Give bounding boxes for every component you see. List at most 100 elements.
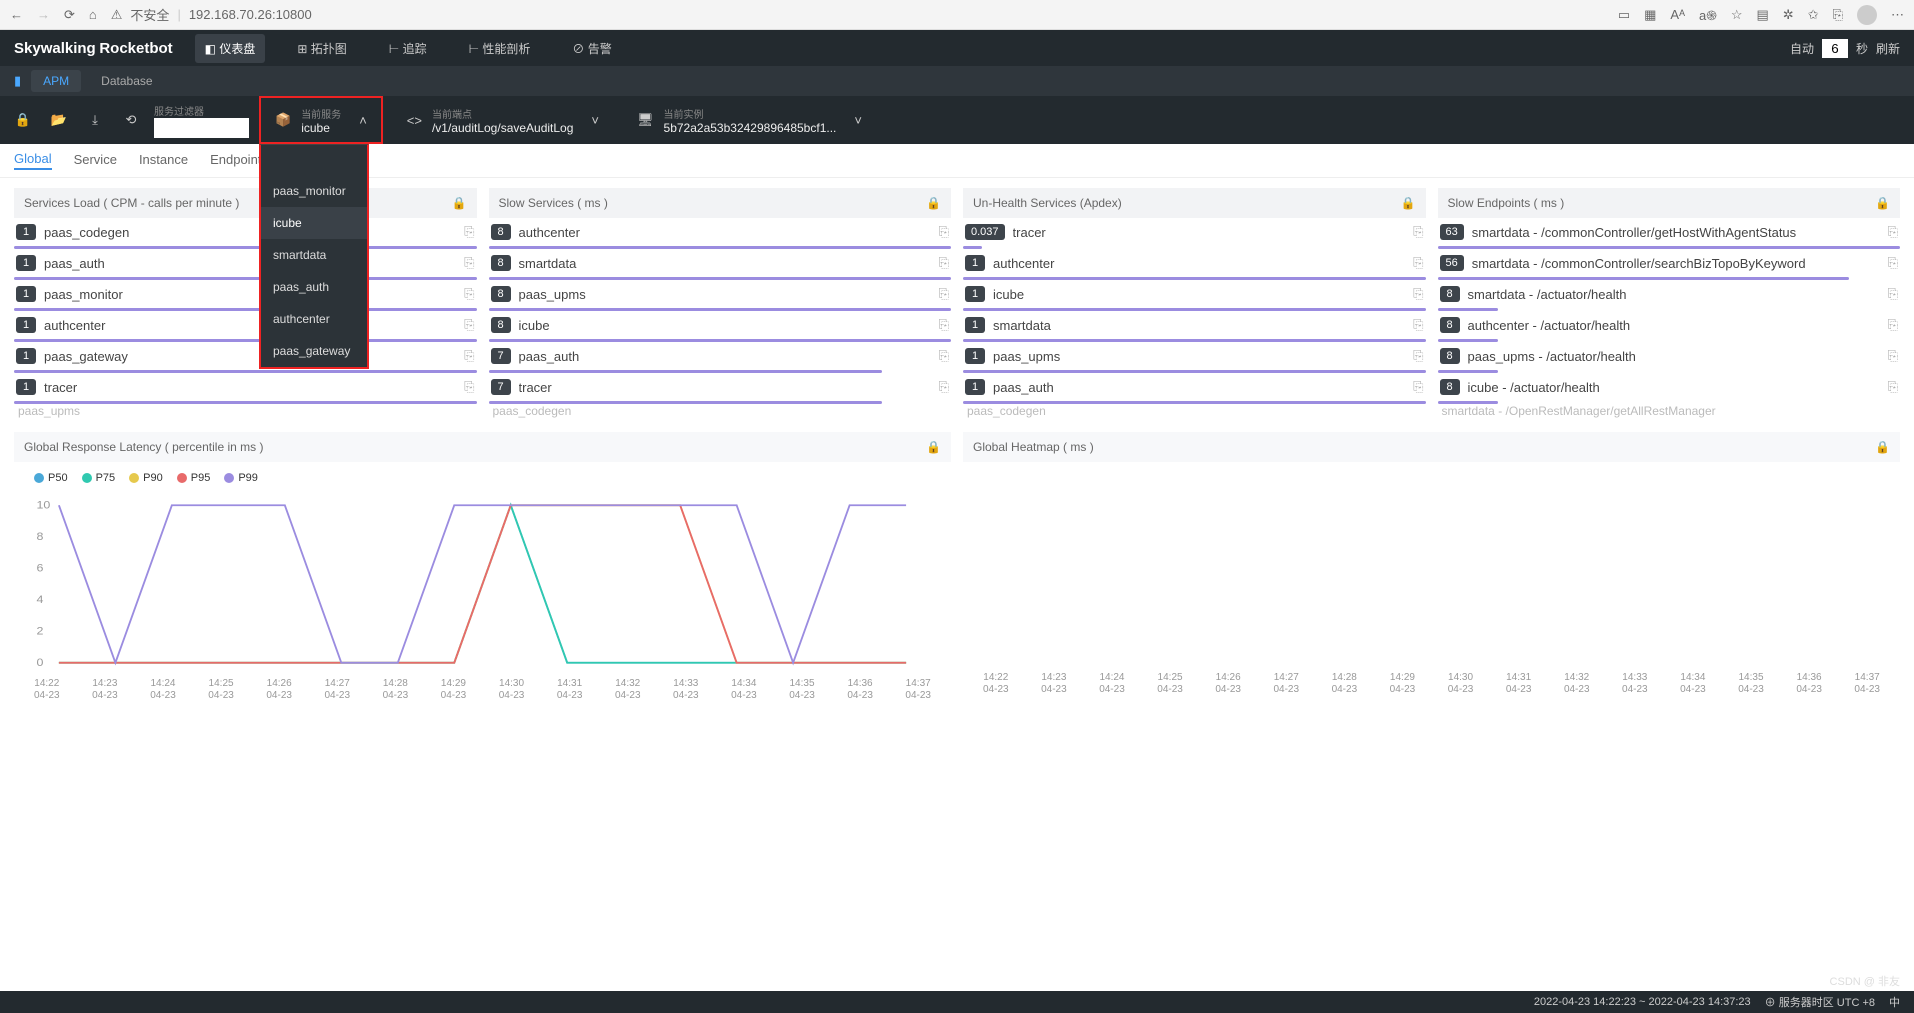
collections-icon[interactable]: ▤: [1756, 7, 1768, 23]
lock-icon[interactable]: 🔒: [10, 112, 36, 128]
copy-icon[interactable]: ⎘: [1888, 348, 1898, 364]
copy-icon[interactable]: ⎘: [1888, 255, 1898, 271]
current-endpoint-selector[interactable]: <> 当前端点 /v1/auditLog/saveAuditLog ˅: [393, 106, 613, 135]
tab-database[interactable]: Database: [89, 70, 164, 92]
lock-icon[interactable]: 🔒: [1401, 196, 1416, 210]
current-service-selector[interactable]: 📦 当前服务 icube ˄ paas_monitoricubesmartdat…: [259, 96, 383, 144]
copy-icon[interactable]: ⎘: [1413, 348, 1423, 364]
lock-icon[interactable]: 🔒: [1875, 440, 1890, 454]
export-icon[interactable]: ⤓: [82, 112, 108, 128]
home-icon[interactable]: ⌂: [89, 7, 97, 22]
nav-dashboard[interactable]: ◧ 仪表盘: [195, 34, 266, 63]
back-icon[interactable]: ←: [10, 7, 23, 22]
item-extra: smartdata - /OpenRestManager/getAllRestM…: [1438, 404, 1901, 418]
timezone-label[interactable]: ⊕ 服务器时区 UTC +8: [1765, 994, 1875, 1010]
x-tick: 14:2604-23: [1215, 672, 1241, 696]
favorite-icon[interactable]: ☆: [1731, 7, 1743, 23]
copy-icon[interactable]: ⎘: [1413, 317, 1423, 333]
item-label: paas_gateway: [44, 349, 456, 364]
copy-icon[interactable]: ⎘: [1413, 224, 1423, 240]
dropdown-item[interactable]: smartdata: [261, 239, 367, 271]
address-bar[interactable]: ⚠ 不安全 | 192.168.70.26:10800: [111, 5, 312, 24]
nav-topology[interactable]: ⊞ 拓扑图: [287, 34, 356, 63]
legend-item[interactable]: P50: [34, 472, 68, 484]
legend-item[interactable]: P90: [129, 472, 163, 484]
copy-icon[interactable]: ⎘: [939, 286, 949, 302]
subtab-endpoint[interactable]: Endpoint: [210, 152, 261, 169]
lock-icon[interactable]: 🔒: [926, 196, 941, 210]
time-range[interactable]: 2022-04-23 14:22:23 ~ 2022-04-23 14:37:2…: [1534, 996, 1751, 1008]
copy-icon[interactable]: ⎘: [464, 286, 474, 302]
nav-alarm[interactable]: ⊘ 告警: [562, 34, 621, 63]
copy-icon[interactable]: ⎘: [464, 317, 474, 333]
tab-apm[interactable]: APM: [31, 70, 81, 92]
brand-sub: Rocketbot: [99, 40, 172, 57]
x-tick: 14:3104-23: [1506, 672, 1532, 696]
reader-icon[interactable]: ▭: [1618, 7, 1630, 23]
watermark: CSDN @ 非友: [1830, 973, 1900, 989]
service-filter-input[interactable]: [154, 118, 249, 138]
dropdown-search[interactable]: [261, 145, 367, 175]
copy-icon[interactable]: ⎘: [939, 255, 949, 271]
language-label[interactable]: 中: [1889, 994, 1900, 1010]
copy-icon[interactable]: ⎘: [1413, 255, 1423, 271]
favorites-bar-icon[interactable]: ✩: [1808, 7, 1819, 23]
panel-title: Services Load ( CPM - calls per minute ): [24, 196, 239, 210]
copy-icon[interactable]: ⎘: [464, 379, 474, 395]
dropdown-item[interactable]: paas_auth: [261, 271, 367, 303]
x-tick: 14:2504-23: [208, 678, 234, 702]
copy-icon[interactable]: ⎘: [464, 224, 474, 240]
more-icon[interactable]: ⋯: [1891, 7, 1904, 23]
copy-icon[interactable]: ⎘: [1888, 286, 1898, 302]
value-badge: 1: [965, 348, 985, 364]
reload-icon[interactable]: ⟲: [118, 112, 144, 128]
forward-icon[interactable]: →: [37, 7, 50, 22]
browser-chrome: ← → ⟳ ⌂ ⚠ 不安全 | 192.168.70.26:10800 ▭ ▦ …: [0, 0, 1914, 30]
copy-icon[interactable]: ⎘: [939, 348, 949, 364]
subtab-service[interactable]: Service: [74, 152, 117, 169]
copy-icon[interactable]: ⎘: [939, 317, 949, 333]
copy-icon[interactable]: ⎘: [1413, 379, 1423, 395]
x-tick: 14:3304-23: [1622, 672, 1648, 696]
interval-input[interactable]: [1822, 39, 1848, 58]
lock-icon[interactable]: 🔒: [1875, 196, 1890, 210]
subtab-instance[interactable]: Instance: [139, 152, 188, 169]
dropdown-item[interactable]: authcenter: [261, 303, 367, 335]
copy-icon[interactable]: ⎘: [464, 255, 474, 271]
panel-services-load: Services Load ( CPM - calls per minute )…: [14, 188, 477, 418]
dropdown-item[interactable]: icube: [261, 207, 367, 239]
insecure-label: 不安全: [130, 5, 169, 24]
dropdown-item[interactable]: paas_gateway: [261, 335, 367, 367]
x-tick: 14:2704-23: [324, 678, 350, 702]
hub-icon[interactable]: ⎘: [1833, 7, 1843, 23]
legend-item[interactable]: P99: [224, 472, 258, 484]
legend-item[interactable]: P75: [82, 472, 116, 484]
extensions-icon[interactable]: ✲: [1783, 7, 1794, 23]
copy-icon[interactable]: ⎘: [939, 224, 949, 240]
dropdown-item[interactable]: paas_monitor: [261, 175, 367, 207]
import-icon[interactable]: 📂: [46, 112, 72, 128]
avatar[interactable]: [1857, 5, 1877, 25]
nav-trace[interactable]: ⊢ 追踪: [379, 34, 437, 63]
copy-icon[interactable]: ⎘: [1413, 286, 1423, 302]
list-item: 56 smartdata - /commonController/searchB…: [1438, 249, 1901, 273]
item-label: smartdata - /commonController/getHostWit…: [1472, 225, 1880, 240]
copy-icon[interactable]: ⎘: [1888, 317, 1898, 333]
refresh-button[interactable]: 刷新: [1876, 40, 1900, 57]
copy-icon[interactable]: ⎘: [1888, 224, 1898, 240]
lock-icon[interactable]: 🔒: [452, 196, 467, 210]
nav-profile[interactable]: ⊢ 性能剖析: [459, 34, 541, 63]
copy-icon[interactable]: ⎘: [939, 379, 949, 395]
text-size-icon[interactable]: Aᴬ: [1670, 7, 1685, 22]
x-tick: 14:2904-23: [1390, 672, 1416, 696]
current-instance-selector[interactable]: 🖥 当前实例 5b72a2a53b32429896485bcf1... ˅: [623, 106, 876, 135]
read-aloud-icon[interactable]: a֍: [1699, 6, 1717, 24]
lock-icon[interactable]: 🔒: [926, 440, 941, 454]
legend-item[interactable]: P95: [177, 472, 211, 484]
subtab-global[interactable]: Global: [14, 151, 52, 170]
refresh-icon[interactable]: ⟳: [64, 7, 75, 23]
copy-icon[interactable]: ⎘: [464, 348, 474, 364]
item-label: tracer: [1013, 225, 1406, 240]
qr-icon[interactable]: ▦: [1644, 7, 1656, 23]
copy-icon[interactable]: ⎘: [1888, 379, 1898, 395]
